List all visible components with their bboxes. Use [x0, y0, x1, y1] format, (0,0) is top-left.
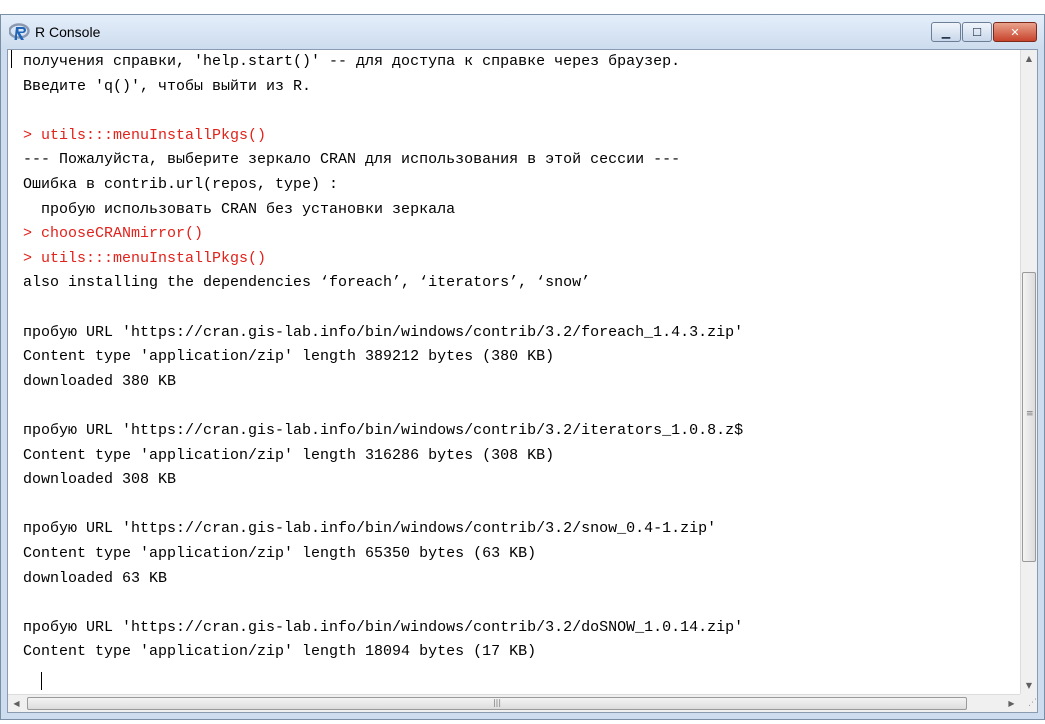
close-icon: ✕ [1010, 25, 1020, 39]
console-command-line: > utils:::menuInstallPkgs() [23, 249, 267, 267]
title-bar[interactable]: R Console ▁ ☐ ✕ [1, 15, 1044, 49]
console-output-line: Content type 'application/zip' length 65… [23, 545, 537, 562]
console-command-line: > chooseCRANmirror() [23, 225, 204, 243]
maximize-button[interactable]: ☐ [962, 22, 992, 42]
scroll-right-arrow-icon[interactable]: ▶ [1003, 695, 1020, 712]
minimize-button[interactable]: ▁ [931, 22, 961, 42]
text-caret [41, 672, 42, 690]
console-output-line: пробую URL 'https://cran.gis-lab.info/bi… [23, 422, 744, 439]
console-client-area: получения справки, 'help.start()' -- для… [7, 49, 1038, 713]
console-output-line: Content type 'application/zip' length 38… [23, 348, 555, 366]
console-output-line: получения справки, 'help.start()' -- для… [23, 53, 681, 70]
horizontal-scrollbar[interactable]: ◀ ||| ▶ [8, 694, 1020, 712]
console-output[interactable]: получения справки, 'help.start()' -- для… [8, 50, 1020, 694]
console-output-line: пробую URL 'https://cran.gis-lab.info/bi… [23, 520, 717, 538]
console-output-line: Введите 'q()', чтобы выйти из R. [23, 77, 312, 95]
scroll-down-arrow-icon[interactable]: ▼ [1021, 677, 1037, 694]
console-output-line: пробую использовать CRAN без установки з… [23, 200, 456, 218]
console-output-line: Content type 'application/zip' length 31… [23, 446, 555, 464]
console-output-line: also installing the dependencies ‘foreac… [23, 274, 591, 292]
console-output-line: downloaded 63 KB [23, 569, 168, 587]
r-logo-icon [9, 23, 30, 40]
minimize-icon: ▁ [941, 25, 951, 39]
scroll-left-arrow-icon[interactable]: ◀ [8, 695, 25, 712]
text-caret-top [11, 50, 12, 68]
close-button[interactable]: ✕ [993, 22, 1037, 42]
console-output-line: downloaded 308 KB [23, 471, 177, 489]
console-output-line: пробую URL 'https://cran.gis-lab.info/bi… [23, 618, 744, 636]
console-output-line: --- Пожалуйста, выберите зеркало CRAN дл… [23, 151, 681, 169]
scroll-grip-icon: ≡ [1026, 409, 1034, 419]
console-command-line: > utils:::menuInstallPkgs() [23, 126, 267, 144]
window-title: R Console [35, 24, 101, 40]
vertical-scroll-thumb[interactable]: ≡ [1022, 272, 1036, 562]
r-console-window: R Console ▁ ☐ ✕ получения справки, 'help… [0, 14, 1045, 720]
console-output-line: Ошибка в contrib.url(repos, type) : [23, 176, 339, 193]
vertical-scrollbar[interactable]: ▲ ≡ ▼ [1020, 50, 1037, 694]
console-output-line: downloaded 380 KB [23, 372, 177, 390]
maximize-icon: ☐ [972, 25, 982, 39]
horizontal-scroll-thumb[interactable]: ||| [27, 697, 967, 710]
console-output-line: Content type 'application/zip' length 18… [23, 643, 537, 661]
scroll-up-arrow-icon[interactable]: ▲ [1021, 50, 1037, 67]
console-output-line: пробую URL 'https://cran.gis-lab.info/bi… [23, 323, 744, 341]
size-grip-icon[interactable]: ⋰ [1020, 694, 1037, 712]
